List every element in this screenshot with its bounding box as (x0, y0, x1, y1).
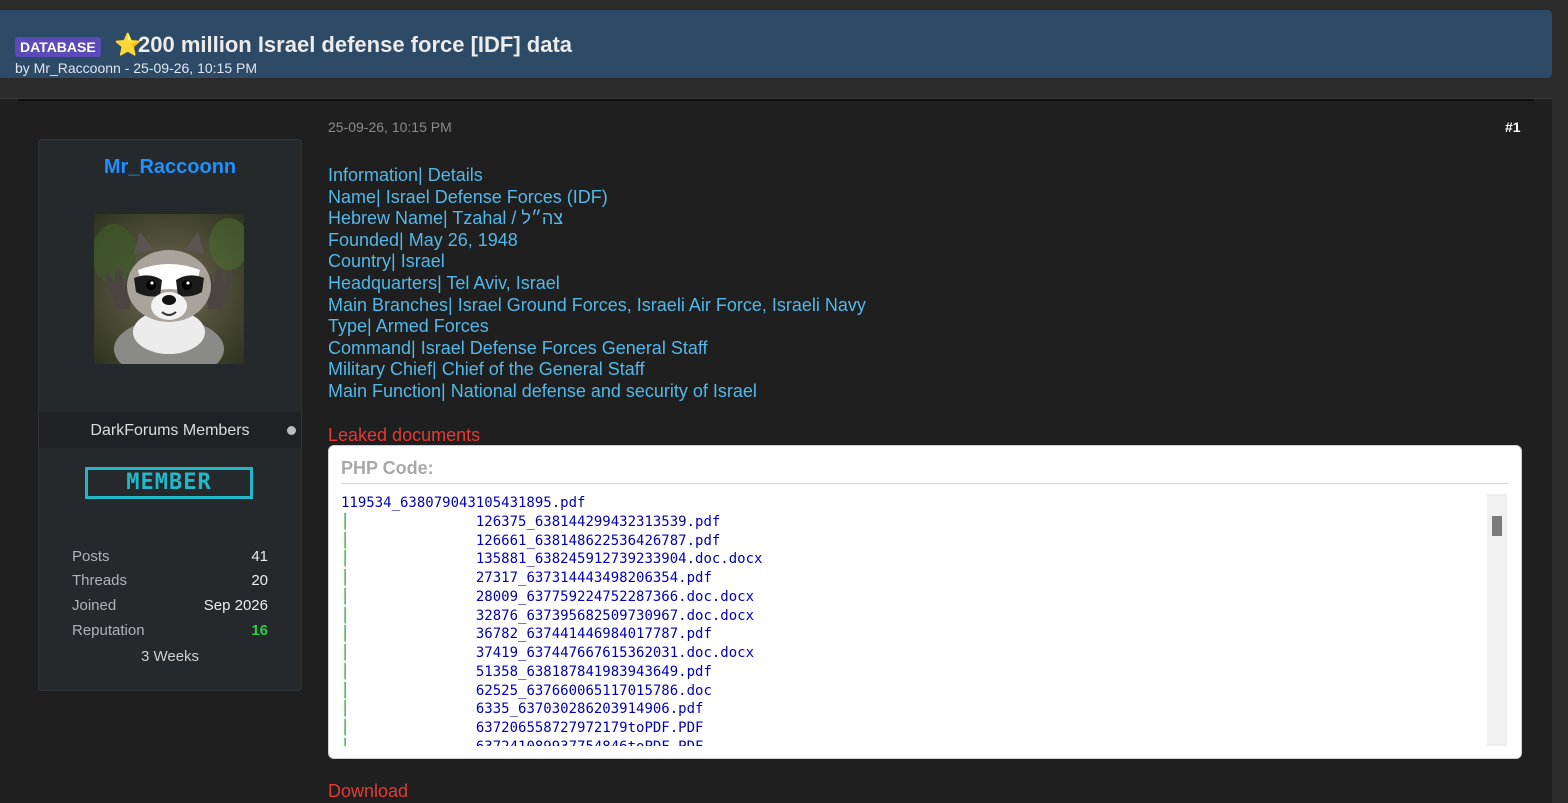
online-status-icon (287, 426, 296, 435)
file-name: 62525_637660065117015786.doc (475, 682, 712, 699)
code-content[interactable]: 119534_638079043105431895.pdf │ 126375_6… (341, 494, 1487, 746)
stat-value[interactable]: 16 (251, 622, 268, 639)
divider (18, 99, 1534, 101)
stat-label: Posts (72, 548, 110, 565)
file-name: 637206558727972179toPDF.PDF (475, 720, 704, 736)
code-line: │ 51358_638187841983943649.pdf (341, 663, 1487, 682)
file-name: 135881_638245912739233904.doc.docx (475, 551, 763, 568)
info-line: Hebrew Name| Tzahal / צה״ל (328, 208, 564, 229)
stat-value: Sep 2026 (203, 597, 268, 614)
info-line: Command| Israel Defense Forces General S… (328, 337, 708, 358)
member-rank-badge: MEMBER (85, 467, 253, 499)
username-link[interactable]: Mr_Raccoonn (39, 156, 301, 179)
stat-threads: Threads 20 (72, 572, 268, 592)
divider (341, 483, 1508, 484)
file-name: 32876_637395682509730967.doc.docx (475, 607, 755, 624)
post-number-link[interactable]: #1 (1505, 119, 1521, 135)
user-group-bar: DarkForums Members (39, 412, 301, 448)
code-scrollbar[interactable] (1487, 494, 1507, 746)
info-line: Founded| May 26, 1948 (328, 229, 518, 250)
database-prefix-badge[interactable]: DATABASE (15, 37, 101, 57)
file-name: 28009_637759224752287366.doc.docx (475, 588, 755, 605)
info-line: Information| Details (328, 165, 483, 185)
code-line: 119534_638079043105431895.pdf (341, 495, 586, 511)
info-line: Headquarters| Tel Aviv, Israel (328, 272, 560, 293)
file-name: 36782_637441446984017787.pdf (475, 626, 712, 643)
info-line: Type| Armed Forces (328, 316, 489, 337)
code-line: │ 126375_638144299432313539.pdf (341, 513, 1487, 532)
info-line: Name| Israel Defense Forces (IDF) (328, 186, 608, 207)
file-name: 6335_637030286203914906.pdf (475, 701, 704, 718)
code-line: │ 637206558727972179toPDF.PDF (341, 719, 1487, 738)
thread-byline: by Mr_Raccoonn - 25-09-26, 10:15 PM (15, 60, 258, 76)
stat-label: Reputation (72, 622, 145, 639)
info-line: Main Function| National defense and secu… (328, 380, 757, 401)
user-card: Mr_Raccoonn DarkForums Members MEMBER Po… (38, 139, 302, 691)
stat-label: Joined (72, 597, 117, 614)
file-name: 27317_637314443498206354.pdf (475, 570, 712, 586)
download-heading[interactable]: Download (328, 781, 408, 802)
file-name: 37419_637447667615362031.doc.docx (475, 645, 755, 661)
code-line: │ 37419_637447667615362031.doc.docx (341, 644, 1487, 663)
code-line: │ 28009_637759224752287366.doc.docx (341, 588, 1487, 607)
stat-joined: Joined Sep 2026 (72, 597, 268, 617)
user-group-label: DarkForums Members (90, 422, 250, 439)
code-line: │ 27317_637314443498206354.pdf (341, 569, 1487, 588)
info-line: Country| Israel (328, 251, 445, 272)
code-line: │ 135881_638245912739233904.doc.docx (341, 550, 1487, 569)
code-line: │ 36782_637441446984017787.pdf (341, 625, 1487, 644)
file-name: 126375_638144299432313539.pdf (475, 513, 721, 530)
thread-title: 200 million Israel defense force [IDF] d… (138, 32, 573, 57)
info-line: Main Branches| Israel Ground Forces, Isr… (328, 294, 866, 315)
code-line: │ 62525_637660065117015786.doc (341, 682, 1487, 701)
post-info-block: Information| Details Name| Israel Defens… (328, 165, 866, 403)
code-line: │ 126661_638148622536426787.pdf (341, 532, 1487, 551)
post-container: Mr_Raccoonn DarkForums Members MEMBER Po… (0, 98, 1552, 803)
stat-value[interactable]: 41 (251, 548, 268, 565)
code-block: PHP Code: 119534_638079043105431895.pdf … (328, 445, 1522, 759)
stat-reputation: Reputation 16 (72, 622, 268, 642)
last-seen: 3 Weeks (140, 648, 200, 665)
post-date: 25-09-26, 10:15 PM (328, 119, 452, 135)
stat-posts: Posts 41 (72, 548, 268, 568)
file-name: 126661_638148622536426787.pdf (475, 532, 721, 549)
leaked-documents-heading: Leaked documents (328, 425, 481, 445)
code-line: │ 32876_637395682509730967.doc.docx (341, 607, 1487, 626)
code-block-title: PHP Code: (341, 458, 434, 478)
file-name: 637241089937754846toPDF.PDF (476, 739, 704, 746)
avatar[interactable] (94, 214, 244, 364)
thread-header: DATABASE ⭐ 200 million Israel defense fo… (0, 10, 1552, 78)
code-line: │ 6335_637030286203914906.pdf (341, 700, 1487, 719)
scroll-thumb[interactable] (1492, 516, 1502, 536)
info-line: Military Chief| Chief of the General Sta… (328, 359, 645, 380)
code-line: │ 637241089937754846toPDF.PDF (341, 738, 1487, 746)
stat-value[interactable]: 20 (251, 572, 268, 589)
stat-label: Threads (72, 572, 128, 589)
file-name: 51358_638187841983943649.pdf (475, 663, 712, 680)
